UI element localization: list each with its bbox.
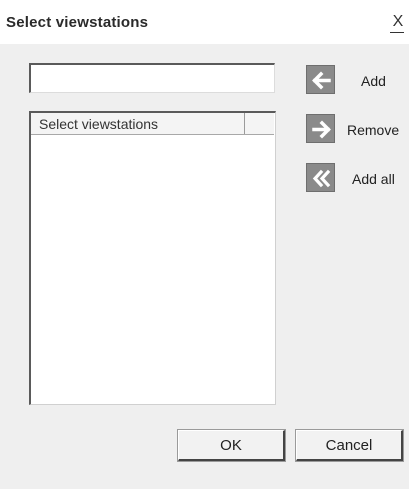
filter-input[interactable] xyxy=(29,63,275,93)
select-viewstations-dialog: Select viewstations X Select viewstation… xyxy=(0,0,409,489)
list-header: Select viewstations xyxy=(31,113,274,135)
double-chevron-left-icon xyxy=(312,169,331,188)
remove-label[interactable]: Remove xyxy=(347,122,399,138)
close-icon-underline xyxy=(390,32,404,33)
viewstations-list[interactable]: Select viewstations xyxy=(29,111,276,405)
column-header-select-viewstations[interactable]: Select viewstations xyxy=(31,113,245,134)
dialog-title: Select viewstations xyxy=(6,14,149,31)
cancel-button[interactable]: Cancel xyxy=(295,429,404,462)
add-all-label[interactable]: Add all xyxy=(352,171,395,187)
arrow-left-icon xyxy=(312,71,331,90)
close-button[interactable]: X xyxy=(388,12,408,32)
add-all-button[interactable] xyxy=(306,163,335,192)
arrow-right-icon xyxy=(312,120,331,139)
add-button[interactable] xyxy=(306,65,335,94)
ok-button[interactable]: OK xyxy=(177,429,286,462)
remove-button[interactable] xyxy=(306,114,335,143)
add-label[interactable]: Add xyxy=(361,73,386,89)
title-bar: Select viewstations X xyxy=(0,0,409,44)
column-header-extra[interactable] xyxy=(245,113,274,134)
